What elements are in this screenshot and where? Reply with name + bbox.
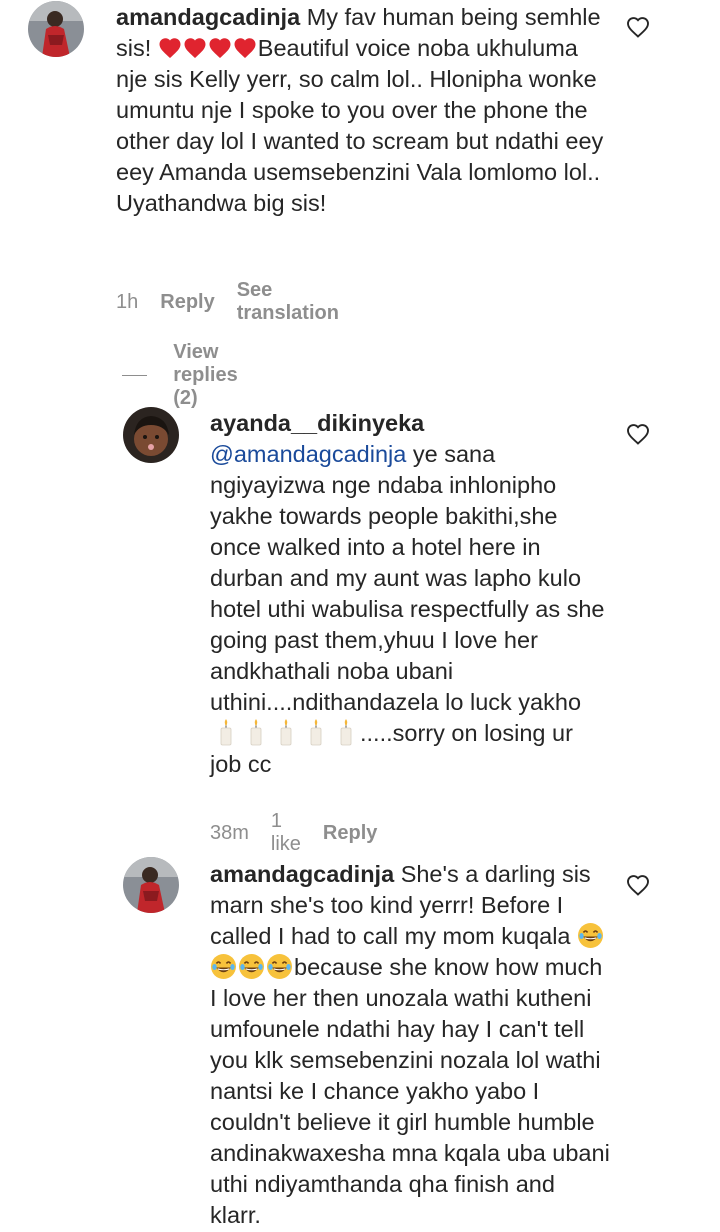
red-heart-icon [208,37,232,59]
see-translation-button[interactable]: See translation [237,279,339,325]
like-heart-icon[interactable] [626,423,650,445]
comment-meta: 38m 1 like Reply [210,810,399,856]
candle-icon [219,718,233,746]
candle-emoji-group [210,720,360,746]
red-heart-icon [183,37,207,59]
reply-button[interactable]: Reply [323,822,377,845]
laughing-face-icon [577,922,604,949]
comment-text: amandagcadinja She's a darling sis marn … [210,859,610,1231]
red-heart-icon [233,37,257,59]
comment-meta: 1h Reply See translation [116,279,361,325]
comment-body-continued: Beautiful voice noba ukhuluma nje sis Ke… [116,35,604,216]
comment-body-continued: because she know how much I love her the… [210,954,610,1228]
view-replies-label[interactable]: View replies (2) [173,341,256,410]
candle-icon [249,718,263,746]
like-heart-icon[interactable] [626,16,650,38]
comment-username[interactable]: ayanda__dikinyeka [210,408,610,439]
comment-username[interactable]: amandagcadinja [116,4,300,30]
comment-text: amandagcadinja My fav human being semhle… [116,2,606,219]
comment-username[interactable]: amandagcadinja [210,861,394,887]
red-heart-icon [158,37,182,59]
avatar[interactable] [28,1,84,57]
like-count[interactable]: 1 like [271,810,301,856]
laughing-face-icon [238,953,265,980]
view-replies-divider [122,375,148,376]
comment-text: ayanda__dikinyeka @amandagcadinja ye san… [210,408,610,780]
comment-body: ye sana ngiyayizwa nge ndaba inhlonipho … [210,441,605,715]
view-replies-button[interactable]: View replies (2) [122,341,256,410]
like-heart-icon[interactable] [626,874,650,896]
comment-time: 38m [210,821,249,844]
candle-icon [339,718,353,746]
candle-icon [279,718,293,746]
laughing-face-icon [210,953,237,980]
avatar[interactable] [123,857,179,913]
mention-link[interactable]: @amandagcadinja [210,441,406,467]
candle-icon [309,718,323,746]
avatar[interactable] [123,407,179,463]
red-heart-emoji-group [158,35,258,61]
laughing-face-icon [266,953,293,980]
comment-time: 1h [116,290,139,313]
reply-button[interactable]: Reply [160,291,214,314]
